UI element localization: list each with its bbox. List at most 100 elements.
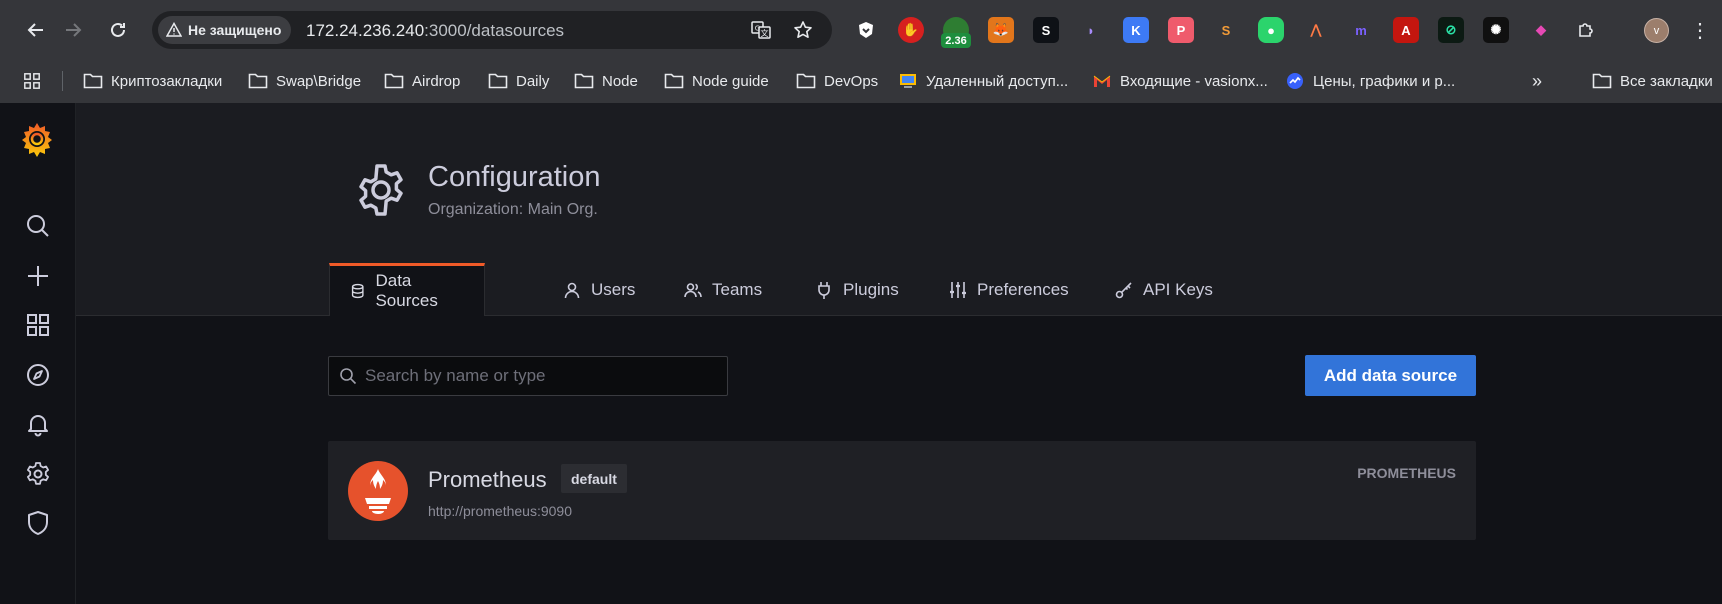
grafana-sidebar [0,103,76,604]
all-bookmarks-button[interactable]: Все закладки [1592,68,1713,94]
more-vert-icon: ⋮ [1690,19,1710,42]
bookmark-item[interactable]: Цены, графики и р... [1285,68,1455,94]
p-extension-icon[interactable]: P [1168,17,1194,43]
s-extension-icon[interactable]: S [1033,17,1059,43]
security-label: Не защищено [188,22,282,38]
extensions-menu-button[interactable] [1573,17,1599,43]
more-bookmarks-button[interactable]: » [1532,68,1542,94]
leaf-extension-icon[interactable]: ⊘ [1438,17,1464,43]
bookmark-item[interactable]: Удаленный доступ... [898,68,1068,94]
folder-icon [248,73,268,89]
star-icon [794,21,812,38]
bookmark-item[interactable]: Daily [488,68,549,94]
a-extension-icon[interactable]: ⋀ [1303,17,1329,43]
datasource-url: http://prometheus:9090 [428,503,572,519]
database-icon [351,283,364,299]
sidebar-explore[interactable] [23,360,53,390]
bookmark-item[interactable]: Node [574,68,638,94]
tab-data-sources[interactable]: Data Sources [329,263,485,316]
sidebar-create[interactable] [23,261,53,291]
security-indicator[interactable]: Не защищено [158,16,292,44]
bookmark-label: Airdrop [412,72,461,90]
bookmark-label: Криптозакладки [111,72,223,90]
all-bookmarks-label: Все закладки [1620,72,1713,90]
sidebar-server-admin[interactable] [23,508,53,538]
users-icon [684,282,702,297]
phantom-extension-icon[interactable]: ◗ [1078,17,1104,43]
datasource-card[interactable]: Prometheus default http://prometheus:909… [328,441,1476,540]
metamask-extension-icon[interactable]: 🦊 [988,17,1014,43]
tab-preferences[interactable]: Preferences [929,263,1089,316]
plug-icon [818,281,830,299]
translate-button[interactable]: 文G [750,19,772,41]
bookmark-label: Входящие - vasionx... [1120,72,1268,90]
page-content: Add data source Prometheus default http:… [76,316,1722,604]
sidebar-configuration[interactable] [23,459,53,489]
sidebar-alerting[interactable] [23,409,53,439]
tab-label: Users [591,279,636,299]
search-icon [340,368,357,385]
folder-icon [488,73,508,89]
profile-avatar[interactable]: v [1644,18,1669,43]
url-host: 172.24.236.240 [306,21,425,40]
search-input[interactable] [365,366,705,386]
back-button[interactable] [20,14,52,46]
bookmark-label: Удаленный доступ... [926,72,1069,90]
pdf-extension-icon[interactable]: A [1393,17,1419,43]
bookmark-item[interactable]: Swap\Bridge [248,68,361,94]
chevron-double-right-icon: » [1532,70,1543,91]
url-path: :3000/datasources [424,21,565,40]
puzzle-icon [1579,23,1593,37]
default-badge: default [561,464,627,493]
grafana-logo-icon[interactable] [17,119,57,159]
bookmark-item[interactable]: DevOps [796,68,878,94]
bell-icon [28,415,48,437]
page-title: Configuration [428,161,601,193]
tab-api-keys[interactable]: API Keys [1095,263,1233,316]
tab-plugins[interactable]: Plugins [795,263,919,316]
apps-button[interactable] [22,68,42,94]
datasource-search[interactable] [328,356,728,396]
brave-shield-extension-icon[interactable] [853,17,879,43]
bookmark-item[interactable]: Криптозакладки [83,68,222,94]
address-bar[interactable]: Не защищено 172.24.236.240:3000/datasour… [152,11,832,49]
datasource-type: PROMETHEUS [1357,465,1456,481]
bookmark-label: Node [602,72,638,90]
tab-users[interactable]: Users [543,263,655,316]
add-data-source-button[interactable]: Add data source [1305,355,1476,396]
bookmark-star-button[interactable] [792,19,814,41]
bookmark-item[interactable]: Node guide [664,68,769,94]
octopus-extension-icon[interactable]: ✺ [1483,17,1509,43]
gmail-icon [1093,75,1111,87]
s-swirl-extension-icon[interactable]: S [1213,17,1239,43]
frog-extension-icon[interactable]: ● [1258,17,1284,43]
forward-button[interactable] [57,14,89,46]
browser-menu-button[interactable]: ⋮ [1688,16,1712,44]
user-icon [564,282,580,298]
folder-icon [1592,73,1612,89]
bookmark-label: Node guide [692,72,769,90]
apps-grid-icon [24,73,40,89]
browser-chrome: Не защищено 172.24.236.240:3000/datasour… [0,0,1722,103]
sidebar-dashboards[interactable] [23,310,53,340]
url-text[interactable]: 172.24.236.240:3000/datasources [306,21,564,41]
tab-teams[interactable]: Teams [664,263,782,316]
arrow-right-icon [66,23,82,37]
diamond-extension-icon[interactable]: ◆ [1528,17,1554,43]
bookmark-label: Цены, графики и р... [1313,72,1456,90]
datasource-name[interactable]: Prometheus [428,467,547,493]
shield-icon [28,511,48,535]
m-extension-icon[interactable]: m [1348,17,1374,43]
sidebar-search[interactable] [23,211,53,241]
browser-toolbar: Не защищено 172.24.236.240:3000/datasour… [0,0,1722,60]
compass-icon [27,364,49,386]
bookmark-item[interactable]: Airdrop [384,68,460,94]
search-icon [27,215,49,237]
remote-desktop-icon [900,74,916,88]
bookmark-item[interactable]: Входящие - vasionx... [1092,68,1268,94]
reload-button[interactable] [102,14,134,46]
adblock-extension-icon[interactable]: ✋ [898,17,924,43]
arrow-left-icon [27,23,43,37]
bookmark-label: Daily [516,72,550,90]
k-extension-icon[interactable]: K [1123,17,1149,43]
